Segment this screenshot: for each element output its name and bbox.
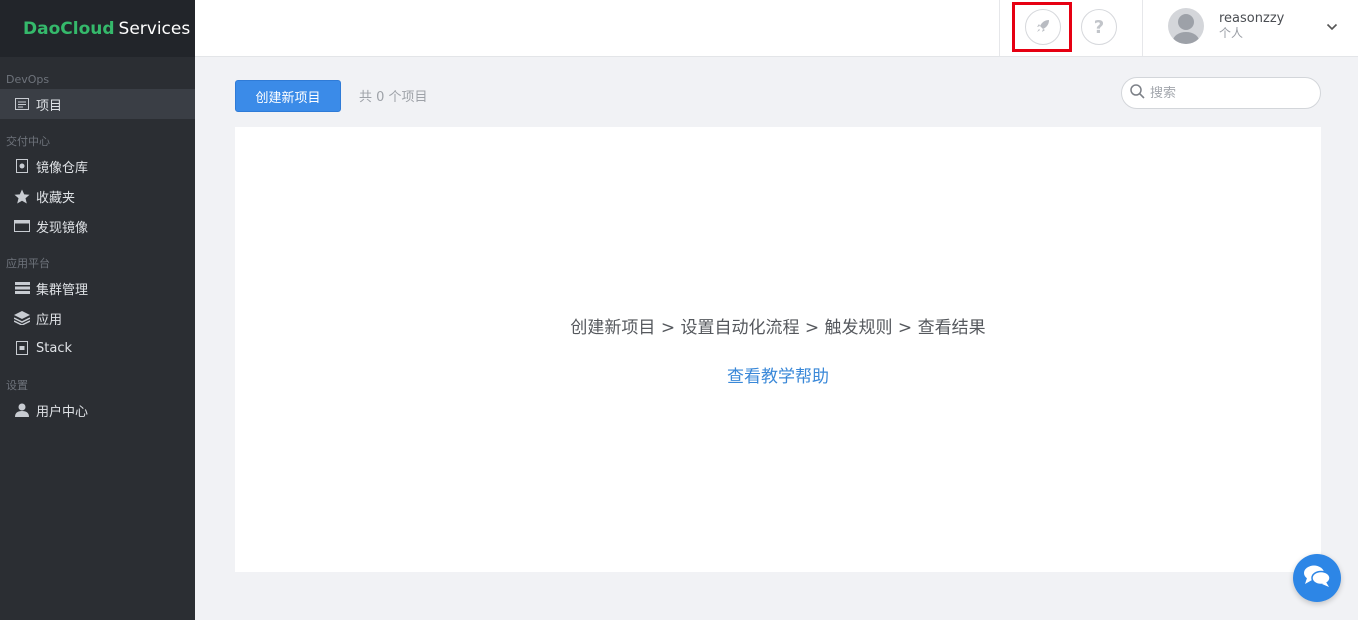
group-label: 设置	[6, 379, 28, 392]
nav-group-devops: DevOps 项目	[0, 57, 195, 119]
image-registry-icon	[14, 158, 30, 174]
sidebar-item-apps[interactable]: 应用	[0, 303, 195, 333]
sidebar-item-label: 镜像仓库	[36, 160, 89, 176]
sidebar-item-label: 集群管理	[36, 282, 89, 298]
brand-name-part1: DaoCloud	[23, 18, 115, 39]
search-box[interactable]	[1121, 77, 1321, 109]
avatar	[1168, 8, 1204, 44]
create-project-button[interactable]: 创建新项目	[235, 80, 341, 112]
question-icon: ?	[1093, 16, 1105, 38]
group-label: DevOps	[6, 73, 50, 86]
nav-group-settings: 设置 用户中心	[0, 363, 195, 425]
user-info: reasonzzy 个人	[1219, 11, 1284, 41]
sidebar-item-image-registry[interactable]: 镜像仓库	[0, 151, 195, 181]
brand-name-part2: Services	[118, 18, 191, 39]
empty-state-panel: 创建新项目 > 设置自动化流程 > 触发规则 > 查看结果 查看教学帮助	[235, 127, 1321, 572]
sidebar-item-clusters[interactable]: 集群管理	[0, 273, 195, 303]
sidebar-item-label: 项目	[36, 98, 63, 114]
sidebar-item-discover-images[interactable]: 发现镜像	[0, 211, 195, 241]
group-label: 应用平台	[6, 257, 50, 270]
sidebar-item-projects[interactable]: 项目	[0, 89, 195, 119]
sidebar-item-label: 发现镜像	[36, 220, 89, 236]
search-input[interactable]	[1150, 85, 1310, 101]
header-divider	[999, 0, 1000, 56]
project-icon	[14, 96, 30, 112]
user-menu[interactable]: reasonzzy 个人	[1168, 8, 1284, 44]
sidebar: DaoCloud Services DevOps 项目 交付中心 镜像仓库 收藏…	[0, 0, 195, 620]
highlight-box	[1012, 2, 1072, 52]
chat-support-button[interactable]	[1293, 554, 1341, 602]
sidebar-item-label: 用户中心	[36, 404, 89, 420]
discover-icon	[14, 218, 30, 234]
chevron-down-icon[interactable]	[1323, 18, 1341, 36]
sidebar-item-stack[interactable]: Stack	[0, 333, 195, 363]
brand-logo[interactable]: DaoCloud Services	[0, 0, 195, 57]
help-button[interactable]: ?	[1081, 9, 1117, 45]
header-divider	[1142, 0, 1143, 56]
top-header: ? reasonzzy 个人	[195, 0, 1358, 57]
search-icon	[1130, 83, 1145, 103]
stack-icon	[14, 340, 30, 356]
project-count: 共 0 个项目	[359, 90, 428, 105]
sidebar-item-label: 应用	[36, 312, 63, 328]
group-label: 交付中心	[6, 135, 50, 148]
user-account-type: 个人	[1219, 26, 1244, 40]
nav-group-platform: 应用平台 集群管理 应用 Stack	[0, 241, 195, 363]
workflow-steps: 创建新项目 > 设置自动化流程 > 触发规则 > 查看结果	[570, 318, 986, 338]
cluster-icon	[14, 280, 30, 296]
user-icon	[14, 402, 30, 418]
tutorial-help-link[interactable]: 查看教学帮助	[235, 362, 1321, 387]
chat-bubbles-icon	[1303, 564, 1331, 592]
nav-group-delivery: 交付中心 镜像仓库 收藏夹 发现镜像	[0, 119, 195, 241]
sidebar-item-label: 收藏夹	[36, 190, 76, 206]
sidebar-item-favorites[interactable]: 收藏夹	[0, 181, 195, 211]
layers-icon	[14, 310, 30, 326]
user-name: reasonzzy	[1219, 11, 1285, 26]
sidebar-item-user-center[interactable]: 用户中心	[0, 395, 195, 425]
sidebar-item-label: Stack	[36, 340, 72, 356]
star-icon	[14, 188, 30, 204]
